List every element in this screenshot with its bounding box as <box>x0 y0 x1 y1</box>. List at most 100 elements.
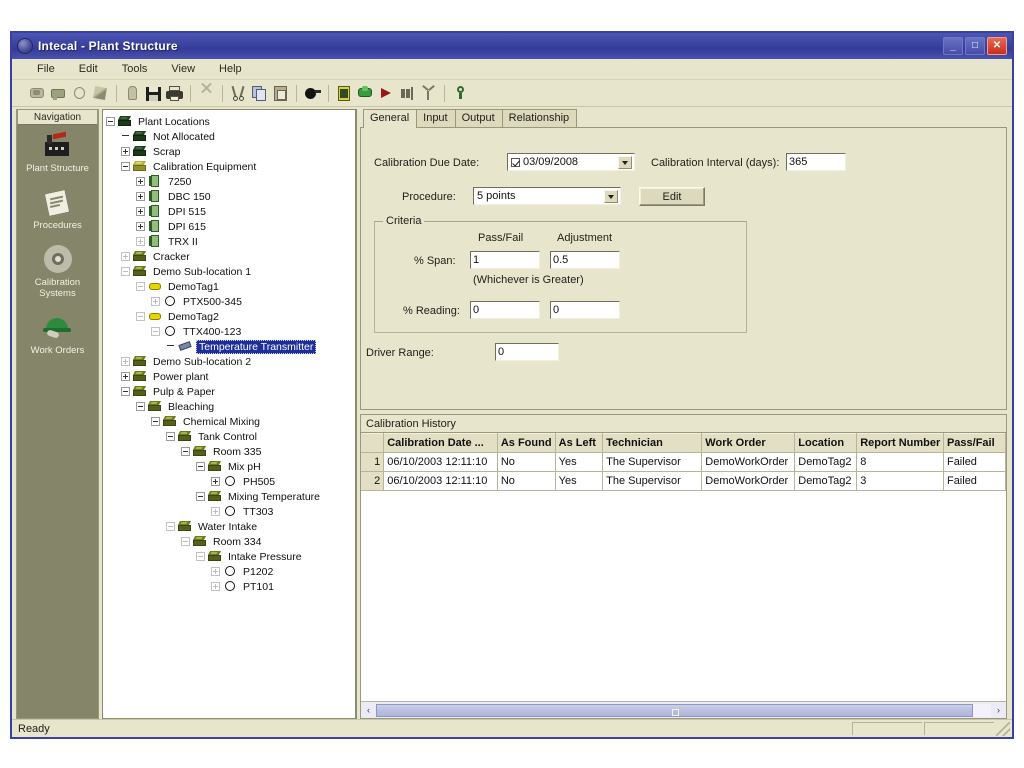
table-row[interactable]: 1 06/10/2003 12:11:10 No Yes The Supervisor D… <box>361 452 1006 472</box>
tree-node[interactable]: Bleaching <box>106 399 355 414</box>
resize-grip-icon[interactable] <box>996 721 1010 736</box>
sidebar-item-plant-structure[interactable]: Plant Structure <box>17 131 98 174</box>
collapse-minus-icon[interactable] <box>121 387 130 396</box>
calibration-history-grid-wrap[interactable]: Calibration Date ... As Found As Left Techn… <box>361 433 1006 701</box>
collapse-minus-icon[interactable] <box>106 117 115 126</box>
help-icon[interactable] <box>451 84 470 103</box>
tree-node[interactable]: 7250 <box>106 174 355 189</box>
expand-plus-icon[interactable] <box>211 507 220 516</box>
collapse-minus-icon[interactable] <box>151 417 160 426</box>
table-row[interactable]: 2 06/10/2003 12:11:10 No Yes The Supervisor D… <box>361 471 1006 491</box>
new-plant-icon[interactable] <box>28 84 47 103</box>
scrollbar-track[interactable] <box>376 703 991 717</box>
expand-plus-icon[interactable] <box>151 297 160 306</box>
menu-edit[interactable]: Edit <box>76 62 101 76</box>
copy-icon[interactable] <box>250 84 269 103</box>
menu-file[interactable]: File <box>34 62 58 76</box>
upload-icon[interactable] <box>398 84 417 103</box>
column-header[interactable]: Work Order <box>701 433 796 453</box>
edit-procedure-button[interactable]: Edit <box>639 187 705 206</box>
sidebar-item-procedures[interactable]: Procedures <box>17 188 98 231</box>
tree-node[interactable]: Temperature Transmitter <box>106 339 355 354</box>
tree-node[interactable]: DPI 615 <box>106 219 355 234</box>
tree-node[interactable]: Power plant <box>106 369 355 384</box>
new-device-icon[interactable] <box>91 84 110 103</box>
expand-plus-icon[interactable] <box>136 207 145 216</box>
collapse-minus-icon[interactable] <box>151 327 160 336</box>
tree-node[interactable]: Room 335 <box>106 444 355 459</box>
menu-view[interactable]: View <box>168 62 198 76</box>
maximize-button[interactable]: □ <box>965 37 985 55</box>
reading-adjustment-input[interactable]: 0 <box>550 301 620 319</box>
column-header[interactable]: Report Number <box>856 433 944 453</box>
tree-node[interactable]: PT101 <box>106 579 355 594</box>
tree-node[interactable]: Tank Control <box>106 429 355 444</box>
scrollbar-thumb[interactable] <box>376 703 973 717</box>
column-header[interactable]: Technician <box>602 433 703 453</box>
column-header[interactable]: Calibration Date ... <box>383 433 498 453</box>
collapse-minus-icon[interactable] <box>181 447 190 456</box>
column-header[interactable]: As Found <box>497 433 556 453</box>
tree-node[interactable]: TTX400-123 <box>106 324 355 339</box>
tree-node[interactable]: Chemical Mixing <box>106 414 355 429</box>
column-header[interactable]: As Left <box>555 433 604 453</box>
driver-range-input[interactable]: 0 <box>495 343 559 361</box>
close-button[interactable]: ✕ <box>987 37 1007 55</box>
tree-node[interactable]: Room 334 <box>106 534 355 549</box>
tree-node[interactable]: Scrap <box>106 144 355 159</box>
cut-icon[interactable] <box>229 84 248 103</box>
collapse-minus-icon[interactable] <box>136 282 145 291</box>
tree-node[interactable]: Demo Sub-location 2 <box>106 354 355 369</box>
tree-node[interactable]: Water Intake <box>106 519 355 534</box>
chevron-down-icon[interactable] <box>604 190 618 203</box>
expand-plus-icon[interactable] <box>136 237 145 246</box>
tree-node[interactable]: P1202 <box>106 564 355 579</box>
tree-node[interactable]: Demo Sub-location 1 <box>106 264 355 279</box>
menu-help[interactable]: Help <box>216 62 245 76</box>
expand-plus-icon[interactable] <box>136 177 145 186</box>
plant-structure-tree-pane[interactable]: Plant Locations Not Allocated Scrap Calibra… <box>102 109 357 719</box>
new-tag-icon[interactable] <box>70 84 89 103</box>
tree-node[interactable]: Mixing Temperature <box>106 489 355 504</box>
sidebar-item-calibration-systems[interactable]: Calibration Systems <box>17 245 98 299</box>
tree-node[interactable]: Calibration Equipment <box>106 159 355 174</box>
expand-plus-icon[interactable] <box>211 567 220 576</box>
run-icon[interactable] <box>377 84 396 103</box>
tree-node[interactable]: TT303 <box>106 504 355 519</box>
horizontal-scrollbar[interactable]: ‹ › <box>361 701 1006 718</box>
collapse-minus-icon[interactable] <box>136 312 145 321</box>
tree-node[interactable]: Plant Locations <box>106 114 355 129</box>
column-header[interactable]: Pass/Fail <box>943 433 1006 453</box>
tree-node[interactable]: PH505 <box>106 474 355 489</box>
span-passfail-input[interactable]: 1 <box>470 251 540 269</box>
new-location-icon[interactable] <box>49 84 68 103</box>
calibration-interval-input[interactable]: 365 <box>786 153 846 171</box>
procedure-select[interactable]: 5 points <box>473 187 621 205</box>
tree-node[interactable]: Pulp & Paper <box>106 384 355 399</box>
span-adjustment-input[interactable]: 0.5 <box>550 251 620 269</box>
sidebar-item-work-orders[interactable]: Work Orders <box>17 313 98 356</box>
collapse-minus-icon[interactable] <box>196 492 205 501</box>
find-icon[interactable] <box>303 84 322 103</box>
row-number-header[interactable] <box>361 433 385 453</box>
tree-node[interactable]: DBC 150 <box>106 189 355 204</box>
collapse-minus-icon[interactable] <box>181 537 190 546</box>
tab-general[interactable]: General <box>363 109 418 128</box>
minimize-button[interactable]: _ <box>943 37 963 55</box>
expand-plus-icon[interactable] <box>211 477 220 486</box>
tree-node[interactable]: Not Allocated <box>106 129 355 144</box>
download-icon[interactable] <box>356 84 375 103</box>
paste-icon[interactable] <box>271 84 290 103</box>
tree-node[interactable]: PTX500-345 <box>106 294 355 309</box>
expand-plus-icon[interactable] <box>121 252 130 261</box>
save-icon[interactable] <box>144 84 163 103</box>
collapse-minus-icon[interactable] <box>196 552 205 561</box>
tree-node[interactable]: DemoTag1 <box>106 279 355 294</box>
tree-node[interactable]: Cracker <box>106 249 355 264</box>
collapse-minus-icon[interactable] <box>166 432 175 441</box>
expand-plus-icon[interactable] <box>121 372 130 381</box>
collapse-minus-icon[interactable] <box>166 522 175 531</box>
expand-plus-icon[interactable] <box>136 222 145 231</box>
calibration-icon[interactable] <box>335 84 354 103</box>
tab-input[interactable]: Input <box>416 109 456 127</box>
